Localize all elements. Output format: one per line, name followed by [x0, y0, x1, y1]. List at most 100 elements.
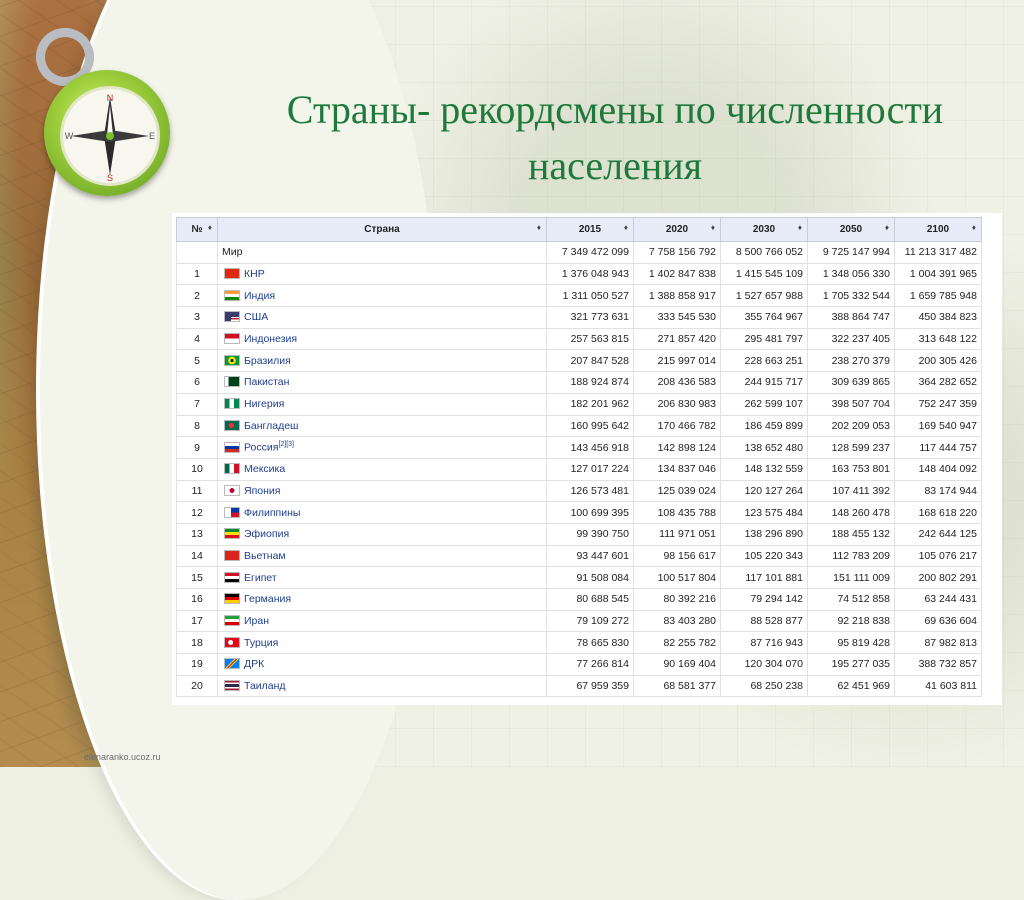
- country-cell: США: [217, 306, 547, 329]
- china-flag-icon: [224, 268, 240, 280]
- pakistan-flag-icon: [224, 376, 240, 388]
- country-link[interactable]: Иран: [244, 615, 269, 627]
- table-row: 13 Эфиопия 99 390 750 111 971 051 138 296 89…: [176, 522, 982, 546]
- value-2100: 364 282 652: [894, 371, 982, 394]
- header-2020-label: 2020: [665, 224, 689, 235]
- value-2020: 83 403 280: [633, 609, 721, 633]
- country-link[interactable]: Россия: [244, 442, 278, 454]
- value-2020: 90 169 404: [633, 653, 721, 676]
- value-2020: 1 402 847 838: [633, 262, 721, 286]
- indonesia-flag-icon: [224, 333, 240, 345]
- value-2100: 63 244 431: [894, 588, 982, 611]
- row-num: 2: [176, 284, 218, 308]
- value-2050: 188 455 132: [807, 522, 895, 546]
- value-2050: 112 783 209: [807, 544, 895, 568]
- sort-icon: ♦: [797, 223, 802, 232]
- country-link[interactable]: Турция: [244, 637, 278, 649]
- value-2100: 450 384 823: [894, 306, 982, 329]
- header-num[interactable]: № ♦: [176, 217, 218, 242]
- value-2030: 117 101 881: [720, 566, 808, 589]
- value-2015: 160 995 642: [546, 414, 634, 438]
- country-cell: Бразилия: [217, 349, 547, 373]
- row-num: 10: [176, 457, 218, 481]
- header-country[interactable]: Страна ♦: [217, 217, 547, 242]
- country-cell: Турция: [217, 631, 547, 655]
- row-num: 11: [176, 479, 218, 503]
- footnote-link[interactable]: [2][3]: [278, 441, 294, 448]
- value-2020: 1 388 858 917: [633, 284, 721, 308]
- value-2020: 125 039 024: [633, 479, 721, 503]
- country-link[interactable]: Бангладеш: [244, 420, 298, 432]
- sort-icon: ♦: [536, 223, 541, 232]
- value-2030: 186 459 899: [720, 414, 808, 438]
- iran-flag-icon: [224, 615, 240, 627]
- country-link[interactable]: Германия: [244, 593, 291, 605]
- compass-w: W: [65, 131, 74, 141]
- value-2100: 169 540 947: [894, 414, 982, 438]
- value-2100: 752 247 359: [894, 392, 982, 416]
- title-line-1: Страны- рекордсмены по численности: [286, 87, 944, 132]
- row-num: 4: [176, 327, 218, 351]
- header-2030[interactable]: 2030 ♦: [720, 217, 808, 242]
- header-2100[interactable]: 2100 ♦: [894, 217, 982, 242]
- country-link[interactable]: Египет: [244, 572, 277, 584]
- value-2100: 148 404 092: [894, 457, 982, 481]
- table-row: 17 Иран 79 109 272 83 403 280 88 528 877 92 2…: [176, 609, 982, 633]
- value-2015: 80 688 545: [546, 588, 634, 611]
- country-link[interactable]: США: [244, 311, 268, 323]
- value-2050: 62 451 969: [807, 674, 895, 698]
- country-link[interactable]: Эфиопия: [244, 528, 289, 540]
- value-2050: 1 348 056 330: [807, 262, 895, 286]
- value-2015: 78 665 830: [546, 631, 634, 655]
- table-row: 4 Индонезия 257 563 815 271 857 420 295 481 …: [176, 327, 982, 351]
- country-link[interactable]: Таиланд: [244, 680, 286, 692]
- country-cell: Нигерия: [217, 392, 547, 416]
- value-2050: 151 111 009: [807, 566, 895, 589]
- header-num-label: №: [191, 224, 203, 235]
- sort-icon: ♦: [971, 223, 976, 232]
- country-link[interactable]: ДРК: [244, 658, 264, 670]
- value-2015: 1 376 048 943: [546, 262, 634, 286]
- vietnam-flag-icon: [224, 549, 240, 561]
- value-2020: 333 545 530: [633, 306, 721, 329]
- country-link[interactable]: Индонезия: [244, 333, 297, 345]
- header-2050[interactable]: 2050 ♦: [807, 217, 895, 242]
- country-link[interactable]: Япония: [244, 485, 280, 497]
- header-2020[interactable]: 2020 ♦: [633, 217, 721, 242]
- value-2020: 98 156 617: [633, 544, 721, 568]
- value-2020: 134 837 046: [633, 457, 721, 481]
- value-2015: 126 573 481: [546, 479, 634, 503]
- value-2100: 313 648 122: [894, 327, 982, 351]
- row-num: 16: [176, 588, 218, 611]
- country-link[interactable]: Нигерия: [244, 398, 284, 410]
- value-2100: 200 802 291: [894, 566, 982, 589]
- country-link[interactable]: Филиппины: [244, 507, 300, 519]
- country-link[interactable]: Мексика: [244, 463, 285, 475]
- country-link[interactable]: КНР: [244, 268, 265, 280]
- country-cell: Иран: [217, 609, 547, 633]
- value-2030: 1 527 657 988: [720, 284, 808, 308]
- value-2100: 117 444 757: [894, 436, 982, 459]
- country-cell: Таиланд: [217, 674, 547, 698]
- header-2015[interactable]: 2015 ♦: [546, 217, 634, 242]
- table-row: 18 Турция 78 665 830 82 255 782 87 716 943 95…: [176, 631, 982, 655]
- thailand-flag-icon: [224, 680, 240, 692]
- value-2030: 138 652 480: [720, 436, 808, 459]
- value-2050: 163 753 801: [807, 457, 895, 481]
- country-link[interactable]: Пакистан: [244, 376, 289, 388]
- country-link[interactable]: Вьетнам: [244, 550, 286, 562]
- country-link[interactable]: Бразилия: [244, 355, 291, 367]
- header-2015-label: 2015: [578, 224, 602, 235]
- country-cell: КНР: [217, 262, 547, 286]
- population-table-panel: № ♦ Страна ♦ 2015 ♦ 2020 ♦ 2030 ♦ 2050 ♦ 2100 ♦…: [172, 213, 1002, 705]
- row-num: 18: [176, 631, 218, 655]
- value-2015: 207 847 528: [546, 349, 634, 373]
- row-num: 19: [176, 653, 218, 676]
- country-cell: Германия: [217, 588, 547, 611]
- world-num: [176, 241, 218, 264]
- value-2030: 68 250 238: [720, 674, 808, 698]
- value-2020: 111 971 051: [633, 522, 721, 546]
- country-link[interactable]: Индия: [244, 290, 275, 302]
- table-row: 2 Индия 1 311 050 527 1 388 858 917 1 527 65…: [176, 284, 982, 308]
- value-2030: 138 296 890: [720, 522, 808, 546]
